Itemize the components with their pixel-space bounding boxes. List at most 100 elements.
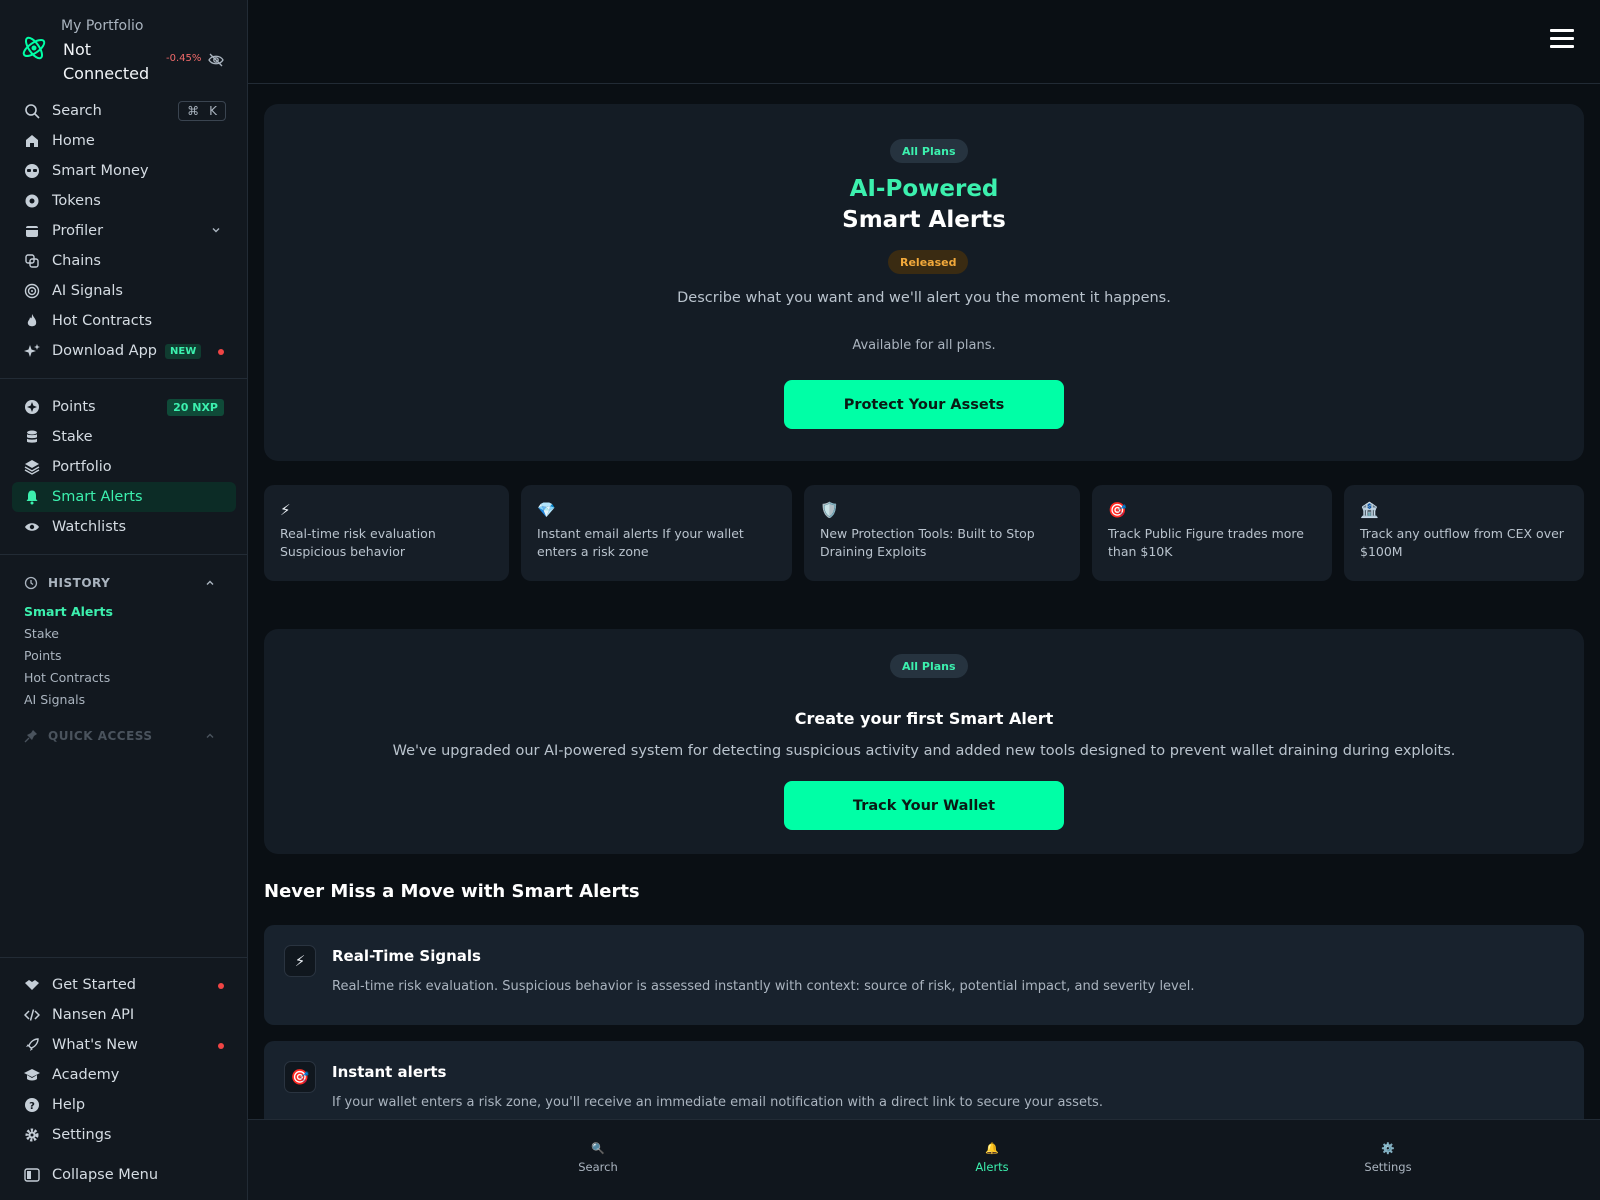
search-shortcut: ⌘ K — [178, 101, 226, 121]
home-icon — [24, 133, 40, 149]
database-icon — [24, 429, 40, 445]
sidebar-item-label: Help — [52, 1097, 86, 1113]
sparkle-icon — [24, 343, 40, 359]
sidebar-item-tokens[interactable]: Tokens — [12, 186, 236, 216]
sidebar-item-portfolio[interactable]: Portfolio — [12, 452, 236, 482]
sidebar-item-label: Settings — [52, 1127, 112, 1143]
track-wallet-button[interactable]: Track Your Wallet — [784, 781, 1064, 830]
sidebar-item-label: Smart Alerts — [52, 489, 143, 505]
sidebar-item-label: Download App — [52, 343, 158, 359]
bottom-nav-settings[interactable]: ⚙️ Settings — [1338, 1142, 1438, 1174]
sidebar-item-watchlists[interactable]: Watchlists — [12, 512, 236, 542]
sidebar-item-ai-signals[interactable]: AI Signals — [12, 276, 236, 306]
history-section-toggle[interactable]: HISTORY — [24, 575, 224, 591]
history-item-points[interactable]: Points — [24, 645, 113, 667]
sidebar-item-label: Watchlists — [52, 519, 126, 535]
portfolio-header[interactable]: My Portfolio Not Connected -0.45% — [18, 16, 238, 86]
sidebar-item-help[interactable]: ? Help — [12, 1090, 236, 1120]
target-icon: 🎯 — [1108, 501, 1127, 519]
lightning-icon: ⚡ — [284, 945, 316, 977]
gear-icon: ⚙️ — [1381, 1142, 1395, 1155]
feature-row: ⚡ Real-Time Signals Real-time risk evalu… — [264, 925, 1584, 1025]
command-key: ⌘ — [187, 104, 200, 118]
sidebar-divider — [0, 554, 247, 555]
feature-card: 🏦 Track any outflow from CEX over $100M — [1344, 485, 1584, 581]
search-icon — [24, 103, 40, 119]
search-button[interactable]: Search ⌘ K — [12, 96, 236, 126]
collapse-menu-button[interactable]: Collapse Menu — [12, 1160, 236, 1190]
search-label: Search — [52, 103, 102, 119]
create-alert-description: We've upgraded our AI-powered system for… — [392, 743, 1456, 759]
layers-icon — [24, 459, 40, 475]
chevron-up-icon — [206, 580, 214, 585]
history-item-smart-alerts[interactable]: Smart Alerts — [24, 601, 113, 623]
protect-assets-button[interactable]: Protect Your Assets — [784, 380, 1064, 429]
history-item-hot-contracts[interactable]: Hot Contracts — [24, 667, 113, 689]
sidebar-item-points[interactable]: Points 20 NXP — [12, 392, 236, 422]
sidebar-item-label: Home — [52, 133, 95, 149]
feature-cards: ⚡ Real-time risk evaluation Suspicious b… — [264, 485, 1584, 581]
sidebar-item-academy[interactable]: Academy — [12, 1060, 236, 1090]
history-item-ai-signals[interactable]: AI Signals — [24, 689, 113, 711]
eye-icon — [24, 519, 40, 535]
gear-icon — [24, 1127, 40, 1143]
feature-card: 🎯 Track Public Figure trades more than $… — [1092, 485, 1332, 581]
notification-dot — [218, 1043, 224, 1049]
sidebar-divider — [0, 378, 247, 379]
feature-text: New Protection Tools: Built to Stop Drai… — [820, 526, 1035, 559]
sidebar-item-label: Smart Money — [52, 163, 149, 179]
bell-icon: 🔔 — [985, 1142, 999, 1155]
sidebar-item-label: Points — [52, 399, 96, 415]
feature-card: 💎 Instant email alerts If your wallet en… — [521, 485, 792, 581]
sidebar-item-label: Hot Contracts — [52, 313, 152, 329]
sidebar-item-label: Stake — [52, 429, 93, 445]
chevron-down-icon[interactable] — [210, 224, 222, 236]
hero-availability: Available for all plans. — [852, 338, 996, 353]
sidebar-item-chains[interactable]: Chains — [12, 246, 236, 276]
shield-icon: 🛡️ — [820, 501, 839, 519]
collapse-menu-label: Collapse Menu — [52, 1167, 159, 1183]
bottom-nav: 🔍 Search 🔔 Alerts ⚙️ Settings — [248, 1119, 1600, 1200]
feature-text: Track any outflow from CEX over $100M — [1360, 526, 1564, 559]
bottom-nav-label: Settings — [1364, 1160, 1412, 1174]
bank-icon: 🏦 — [1360, 501, 1379, 519]
feature-card: ⚡ Real-time risk evaluation Suspicious b… — [264, 485, 509, 581]
secondary-nav: Points 20 NXP Stake Portfolio Smart Aler… — [12, 392, 236, 542]
feature-card: 🛡️ New Protection Tools: Built to Stop D… — [804, 485, 1080, 581]
sidebar-item-whats-new[interactable]: What's New — [12, 1030, 236, 1060]
nansen-logo-icon — [22, 36, 46, 60]
hero-title-accent: AI-Powered — [849, 176, 999, 202]
chevron-up-icon — [206, 733, 214, 738]
bottom-nav-label: Alerts — [975, 1160, 1009, 1174]
feature-row-title: Real-Time Signals — [332, 947, 481, 965]
feature-row-text: Real-time risk evaluation. Suspicious be… — [332, 979, 1195, 994]
notification-dot — [218, 349, 224, 355]
sidebar-item-nansen-api[interactable]: Nansen API — [12, 1000, 236, 1030]
sidebar-item-settings[interactable]: Settings — [12, 1120, 236, 1150]
footer-nav: Get Started Nansen API What's New Academ… — [12, 970, 236, 1150]
sidebar-item-label: Profiler — [52, 223, 104, 239]
sidebar-item-home[interactable]: Home — [12, 126, 236, 156]
quick-access-toggle[interactable]: QUICK ACCESS — [24, 728, 224, 744]
sidebar-item-stake[interactable]: Stake — [12, 422, 236, 452]
bottom-nav-search[interactable]: 🔍 Search — [548, 1142, 648, 1174]
feature-text: Real-time risk evaluation Suspicious beh… — [280, 526, 436, 559]
sidebar-item-profiler[interactable]: Profiler — [12, 216, 236, 246]
sidebar-item-get-started[interactable]: Get Started — [12, 970, 236, 1000]
sidebar-item-smart-money[interactable]: Smart Money — [12, 156, 236, 186]
sidebar-item-smart-alerts[interactable]: Smart Alerts — [12, 482, 236, 512]
gem-icon: 💎 — [537, 501, 556, 519]
sidebar-item-hot-contracts[interactable]: Hot Contracts — [12, 306, 236, 336]
sidebar-item-download-app[interactable]: Download App NEW — [12, 336, 236, 366]
sidebar-item-label: Portfolio — [52, 459, 112, 475]
menu-icon[interactable] — [1550, 29, 1574, 53]
points-icon — [24, 399, 40, 415]
top-bar — [248, 0, 1600, 84]
code-icon — [24, 1007, 40, 1023]
history-item-stake[interactable]: Stake — [24, 623, 113, 645]
released-badge: Released — [888, 250, 969, 274]
bell-icon — [24, 489, 40, 505]
eye-off-icon[interactable] — [208, 52, 224, 68]
sidebar-item-label: Get Started — [52, 977, 136, 993]
bottom-nav-alerts[interactable]: 🔔 Alerts — [942, 1142, 1042, 1174]
